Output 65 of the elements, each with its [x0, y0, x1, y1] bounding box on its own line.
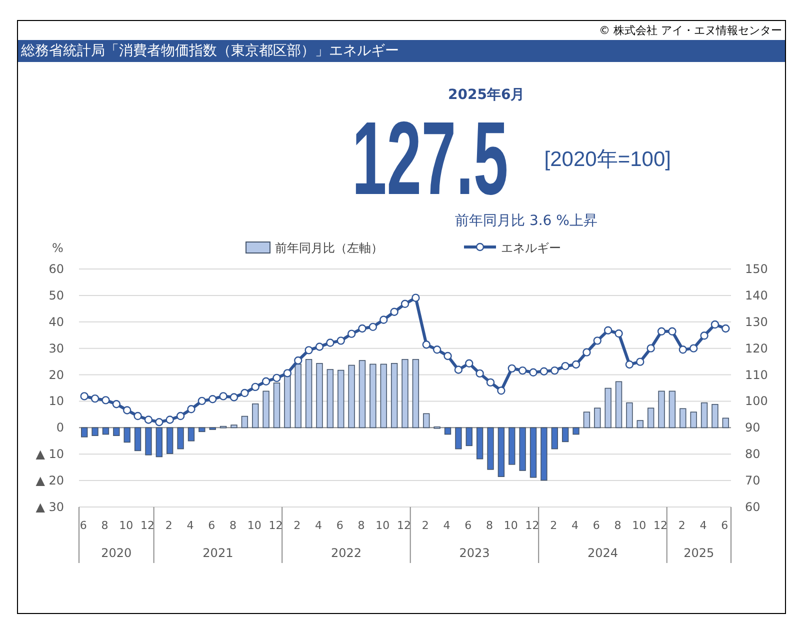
period-label: 2025年6月 — [448, 86, 525, 104]
copyright-notice: © 株式会社 アイ・エヌ情報センター — [598, 23, 783, 39]
axis-label: 2 — [294, 519, 301, 532]
axis-label: 12 — [654, 519, 668, 532]
yoy-change: 前年同月比 3.6 %上昇 — [455, 212, 598, 230]
axis-label: 6 — [464, 519, 472, 532]
legend-label: 前年同月比（左軸） — [275, 241, 383, 255]
axis-label: 140 — [745, 288, 768, 302]
axis-label: 4 — [572, 519, 579, 532]
axis-label: 120 — [745, 341, 768, 356]
axis-label: ▲ 30 — [36, 500, 64, 514]
axis-label: 130 — [745, 314, 768, 329]
axis-label: 150 — [745, 262, 768, 276]
axis-label: 4 — [700, 519, 707, 532]
axis-label: 2021 — [202, 546, 234, 560]
axis-label: 70 — [745, 474, 760, 488]
axis-label: 10 — [48, 394, 64, 408]
axis-label: 12 — [525, 519, 540, 532]
axis-label: 110 — [745, 368, 768, 382]
axis-label: ▲ 10 — [36, 447, 64, 462]
axis-label: ▲ 20 — [36, 474, 64, 488]
axis-label: 8 — [101, 519, 108, 532]
index-value: 127.5 — [352, 118, 508, 200]
axis-label: 2025 — [684, 546, 714, 560]
axis-label: 6 — [336, 519, 344, 532]
axis-label: 2 — [422, 519, 429, 532]
title-bar: 総務省統計局「消費者物価指数（東京都区部）」エネルギー — [18, 40, 785, 62]
axis-label: 6 — [208, 519, 216, 532]
axis-label: 10 — [376, 519, 390, 532]
axis-label: 12 — [140, 519, 154, 532]
axis-label: 8 — [358, 519, 365, 532]
axis-label: 2020 — [101, 546, 132, 560]
axis-label: 2 — [165, 519, 172, 532]
axis-label: 4 — [315, 519, 322, 532]
axis-label: 100 — [745, 394, 768, 408]
axis-label: 6 — [80, 519, 87, 532]
axis-label: 10 — [632, 519, 646, 532]
axis-label: 10 — [504, 519, 518, 532]
axis-label: 8 — [614, 519, 622, 532]
axis-label: 8 — [486, 519, 493, 532]
axis-label: 4 — [443, 519, 450, 532]
axis-label: 2022 — [330, 546, 362, 560]
axis-label: 6 — [592, 519, 600, 532]
axis-label: 20 — [48, 368, 64, 382]
axis-label: 0 — [56, 420, 64, 435]
axis-label: 10 — [119, 519, 134, 532]
axis-label: 2 — [678, 519, 686, 532]
axis-label: 2024 — [587, 546, 618, 560]
axis-label: 6 — [721, 519, 728, 532]
axis-label: 80 — [745, 447, 760, 462]
legend-label: エネルギー — [501, 241, 561, 255]
axis-label: 50 — [48, 288, 64, 302]
axis-label: 60 — [48, 262, 64, 276]
axis-label: 30 — [48, 341, 64, 356]
axis-label: 2 — [550, 519, 558, 532]
axis-unit: % — [52, 241, 64, 255]
axis-label: 2023 — [459, 546, 490, 560]
base-label: [2020年=100] — [544, 147, 671, 173]
axis-label: 10 — [247, 519, 262, 532]
axis-label: 60 — [745, 500, 760, 514]
axis-label: 12 — [397, 519, 411, 532]
axis-label: 90 — [745, 420, 760, 435]
axis-label: 8 — [229, 519, 236, 532]
axis-label: 4 — [186, 519, 194, 532]
axis-label: 40 — [48, 314, 64, 329]
